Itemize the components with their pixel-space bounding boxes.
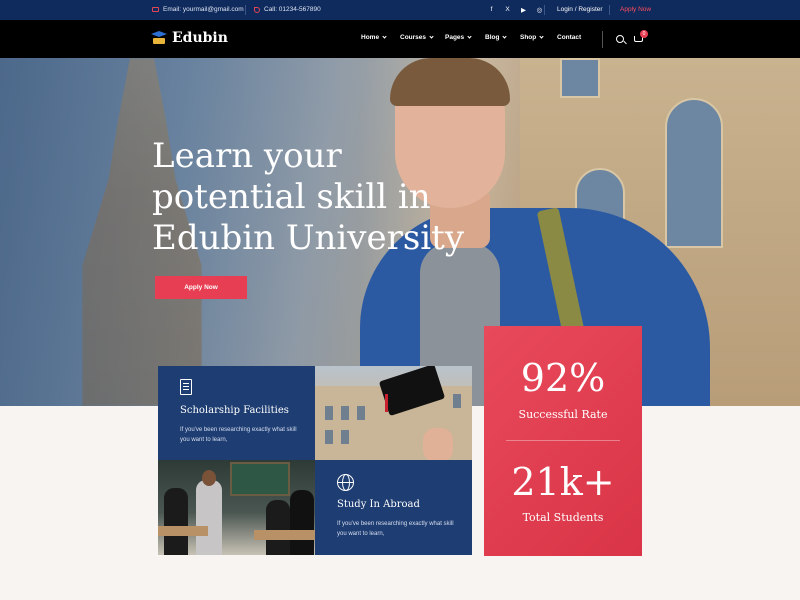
instagram-icon[interactable]: ◎ <box>536 6 543 14</box>
study-abroad-card[interactable]: Study In Abroad If you've been researchi… <box>315 460 472 555</box>
site-logo[interactable]: Edubin <box>151 30 228 46</box>
email-text: Email: yourmail@gmail.com <box>163 6 244 13</box>
globe-icon <box>337 474 354 491</box>
main-navbar: Edubin Home Courses Pages Blog Shop Cont… <box>0 20 800 58</box>
logo-text: Edubin <box>172 30 228 46</box>
nav-item-courses[interactable]: Courses <box>400 34 434 41</box>
facebook-icon[interactable]: f <box>488 6 495 14</box>
chevron-down-icon <box>539 34 544 39</box>
scholarship-text: If you've been researching exactly what … <box>180 427 297 443</box>
apply-now-top-link[interactable]: Apply Now <box>620 6 651 13</box>
graduation-cap-photo <box>315 366 472 460</box>
classroom-photo <box>158 460 315 555</box>
study-abroad-title: Study In Abroad <box>337 499 420 510</box>
total-students-label: Total Students <box>522 511 604 524</box>
nav-item-contact[interactable]: Contact <box>557 34 581 41</box>
phone-icon <box>254 6 260 13</box>
x-twitter-icon[interactable]: X <box>504 6 511 14</box>
nav-item-blog[interactable]: Blog <box>485 34 508 41</box>
chevron-down-icon <box>467 34 472 39</box>
total-students-value: 21k+ <box>511 460 615 504</box>
topbar-divider <box>544 5 545 15</box>
login-register-link[interactable]: Login / Register <box>557 6 603 13</box>
chevron-down-icon <box>429 34 434 39</box>
cart-count-badge: 0 <box>640 30 648 38</box>
study-abroad-text: If you've been researching exactly what … <box>337 521 454 537</box>
success-rate-label: Successful Rate <box>518 408 608 421</box>
success-rate-value: 92% <box>520 356 606 400</box>
phone-contact[interactable]: Call: 01234-567890 <box>254 6 321 13</box>
scholarship-title: Scholarship Facilities <box>180 405 289 416</box>
stats-divider <box>506 440 620 441</box>
nav-item-shop[interactable]: Shop <box>520 34 544 41</box>
stats-panel: 92% Successful Rate 21k+ Total Students <box>484 326 642 556</box>
apply-now-button[interactable]: Apply Now <box>155 276 247 299</box>
nav-item-pages[interactable]: Pages <box>445 34 472 41</box>
hero-heading: Learn your potential skill in Edubin Uni… <box>152 136 465 258</box>
top-info-bar: Email: yourmail@gmail.com Call: 01234-56… <box>0 0 800 20</box>
email-contact[interactable]: Email: yourmail@gmail.com <box>152 6 244 13</box>
topbar-divider <box>609 5 610 15</box>
mail-icon <box>152 7 159 12</box>
graduation-cap-logo-icon <box>151 31 167 45</box>
search-icon[interactable] <box>616 35 624 43</box>
youtube-icon[interactable]: ▶ <box>520 6 527 14</box>
nav-item-home[interactable]: Home <box>361 34 387 41</box>
scholarship-card[interactable]: Scholarship Facilities If you've been re… <box>158 366 315 460</box>
topbar-divider <box>245 5 246 15</box>
phone-text: Call: 01234-567890 <box>264 6 321 13</box>
chevron-down-icon <box>382 34 387 39</box>
chevron-down-icon <box>502 34 508 39</box>
social-links: f X ▶ ◎ <box>488 6 543 14</box>
nav-divider <box>602 31 603 48</box>
document-icon <box>180 379 192 395</box>
